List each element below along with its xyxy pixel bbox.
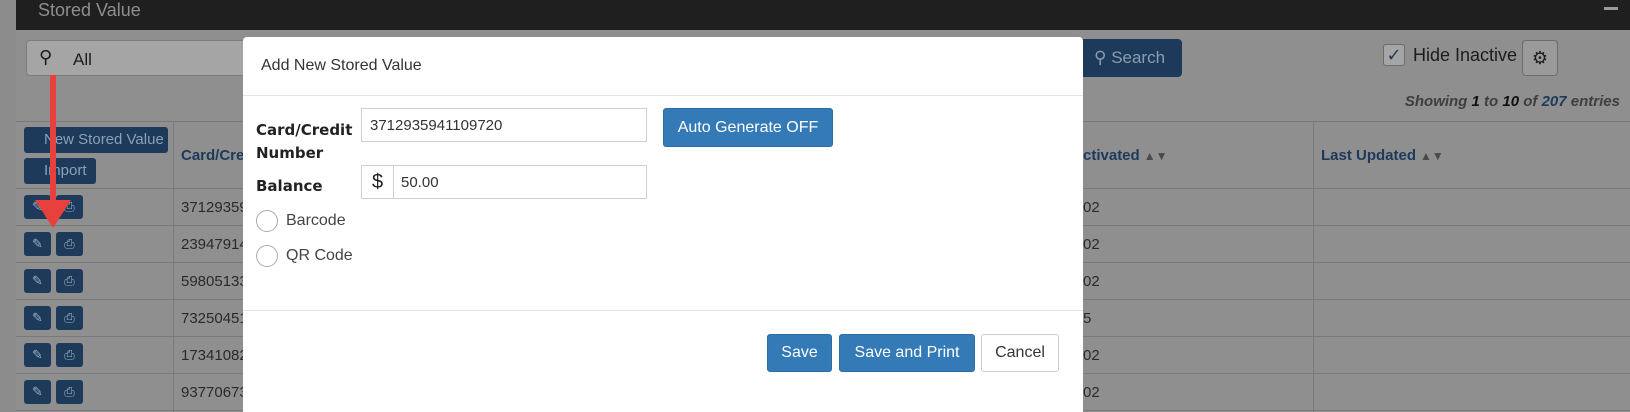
activated-cell: 02 [1083, 347, 1100, 364]
new-stored-value-label: New Stored Value [44, 131, 164, 148]
collapse-icon[interactable] [1604, 7, 1618, 10]
add-stored-value-modal: Add New Stored Value Card/Credit Number … [243, 37, 1083, 412]
import-button[interactable]: Import [24, 158, 96, 184]
sort-icon: ▲▼ [1420, 149, 1444, 163]
showing-suffix: entries [1570, 93, 1620, 110]
showing-prefix: Showing [1404, 93, 1468, 110]
search-button[interactable]: ⚲ Search [1080, 39, 1182, 77]
column-header-last-updated-label: Last Updated [1321, 147, 1417, 164]
barcode-radio[interactable] [256, 210, 278, 232]
annotation-arrow-head [35, 200, 71, 228]
card-cell: 17341082 [181, 347, 248, 364]
column-header-last-updated[interactable]: Last Updated ▲▼ [1321, 147, 1444, 164]
gear-icon: ⚙ [1531, 48, 1549, 68]
card-cell: 59805133 [181, 273, 248, 290]
showing-to-word: to [1484, 93, 1499, 110]
annotation-arrow [50, 75, 56, 210]
card-number-label-line1: Card/Credit [256, 121, 353, 139]
barcode-label: Barcode [286, 212, 346, 229]
edit-icon[interactable]: ✎ [24, 232, 51, 256]
column-header-card[interactable]: Card/Cre [181, 147, 244, 164]
modal-header: Add New Stored Value [243, 37, 1083, 96]
panel-title: Stored Value [38, 0, 141, 20]
showing-of-word: of [1523, 93, 1538, 110]
print-icon[interactable]: ⎙ [56, 269, 83, 293]
card-cell: 93770673 [181, 384, 248, 401]
card-number-input[interactable]: 3712935941109720 [361, 108, 647, 142]
hide-inactive-checkbox[interactable]: ✓ [1383, 44, 1405, 66]
search-input-value: All [73, 50, 92, 69]
showing-from: 1 [1471, 93, 1480, 110]
qr-code-label: QR Code [286, 247, 353, 264]
modal-title: Add New Stored Value [261, 57, 422, 74]
qr-code-radio[interactable] [256, 245, 278, 267]
activated-cell: 5 [1083, 310, 1092, 327]
search-button-label: Search [1111, 48, 1166, 67]
card-number-label-line2: Number [256, 144, 324, 162]
settings-button[interactable]: ⚙ [1522, 40, 1558, 76]
hide-inactive-label: Hide Inactive [1413, 44, 1518, 65]
barcode-option[interactable]: Barcode [256, 210, 346, 232]
print-icon[interactable]: ⎙ [56, 232, 83, 256]
edit-icon[interactable]: ✎ [24, 343, 51, 367]
print-icon[interactable]: ⎙ [56, 306, 83, 330]
card-cell: 37129359 [181, 199, 248, 216]
card-number-label: Card/Credit Number [256, 119, 352, 165]
edit-icon[interactable]: ✎ [24, 306, 51, 330]
balance-input[interactable]: 50.00 [401, 174, 439, 191]
showing-total: 207 [1541, 93, 1567, 110]
search-icon: ⚲ [1094, 48, 1112, 67]
column-header-card-label: Card/Cre [181, 147, 245, 164]
panel-header: Stored Value [16, 0, 1630, 30]
edit-icon[interactable]: ✎ [24, 269, 51, 293]
sort-icon: ▲▼ [1143, 149, 1168, 163]
card-cell: 23947914 [181, 236, 248, 253]
balance-label: Balance [256, 177, 323, 195]
balance-input-group: $ 50.00 [361, 165, 647, 199]
hide-inactive-toggle[interactable]: ✓ Hide Inactive [1383, 44, 1517, 66]
search-icon: ⚲ [39, 47, 53, 67]
column-header-activated[interactable]: ctivated ▲▼ [1083, 147, 1167, 164]
save-and-print-button[interactable]: Save and Print [839, 334, 975, 372]
cancel-button[interactable]: Cancel [981, 334, 1059, 372]
activated-cell: 02 [1083, 236, 1100, 253]
entries-info: Showing 1 to 10 of 207 entries [1405, 93, 1620, 110]
currency-addon: $ [362, 166, 394, 198]
save-button[interactable]: Save [767, 334, 832, 372]
modal-footer-divider [243, 310, 1083, 311]
activated-cell: 02 [1083, 384, 1100, 401]
edit-icon[interactable]: ✎ [24, 380, 51, 404]
print-icon[interactable]: ⎙ [56, 380, 83, 404]
new-stored-value-button[interactable]: New Stored Value [24, 127, 168, 153]
activated-cell: 02 [1083, 273, 1100, 290]
activated-cell: 02 [1083, 199, 1100, 216]
auto-generate-button[interactable]: Auto Generate OFF [663, 108, 833, 147]
showing-to: 10 [1502, 93, 1520, 110]
qr-code-option[interactable]: QR Code [256, 245, 353, 267]
card-cell: 73250451 [181, 310, 248, 327]
print-icon[interactable]: ⎙ [56, 343, 83, 367]
column-header-activated-label: ctivated [1083, 147, 1140, 164]
